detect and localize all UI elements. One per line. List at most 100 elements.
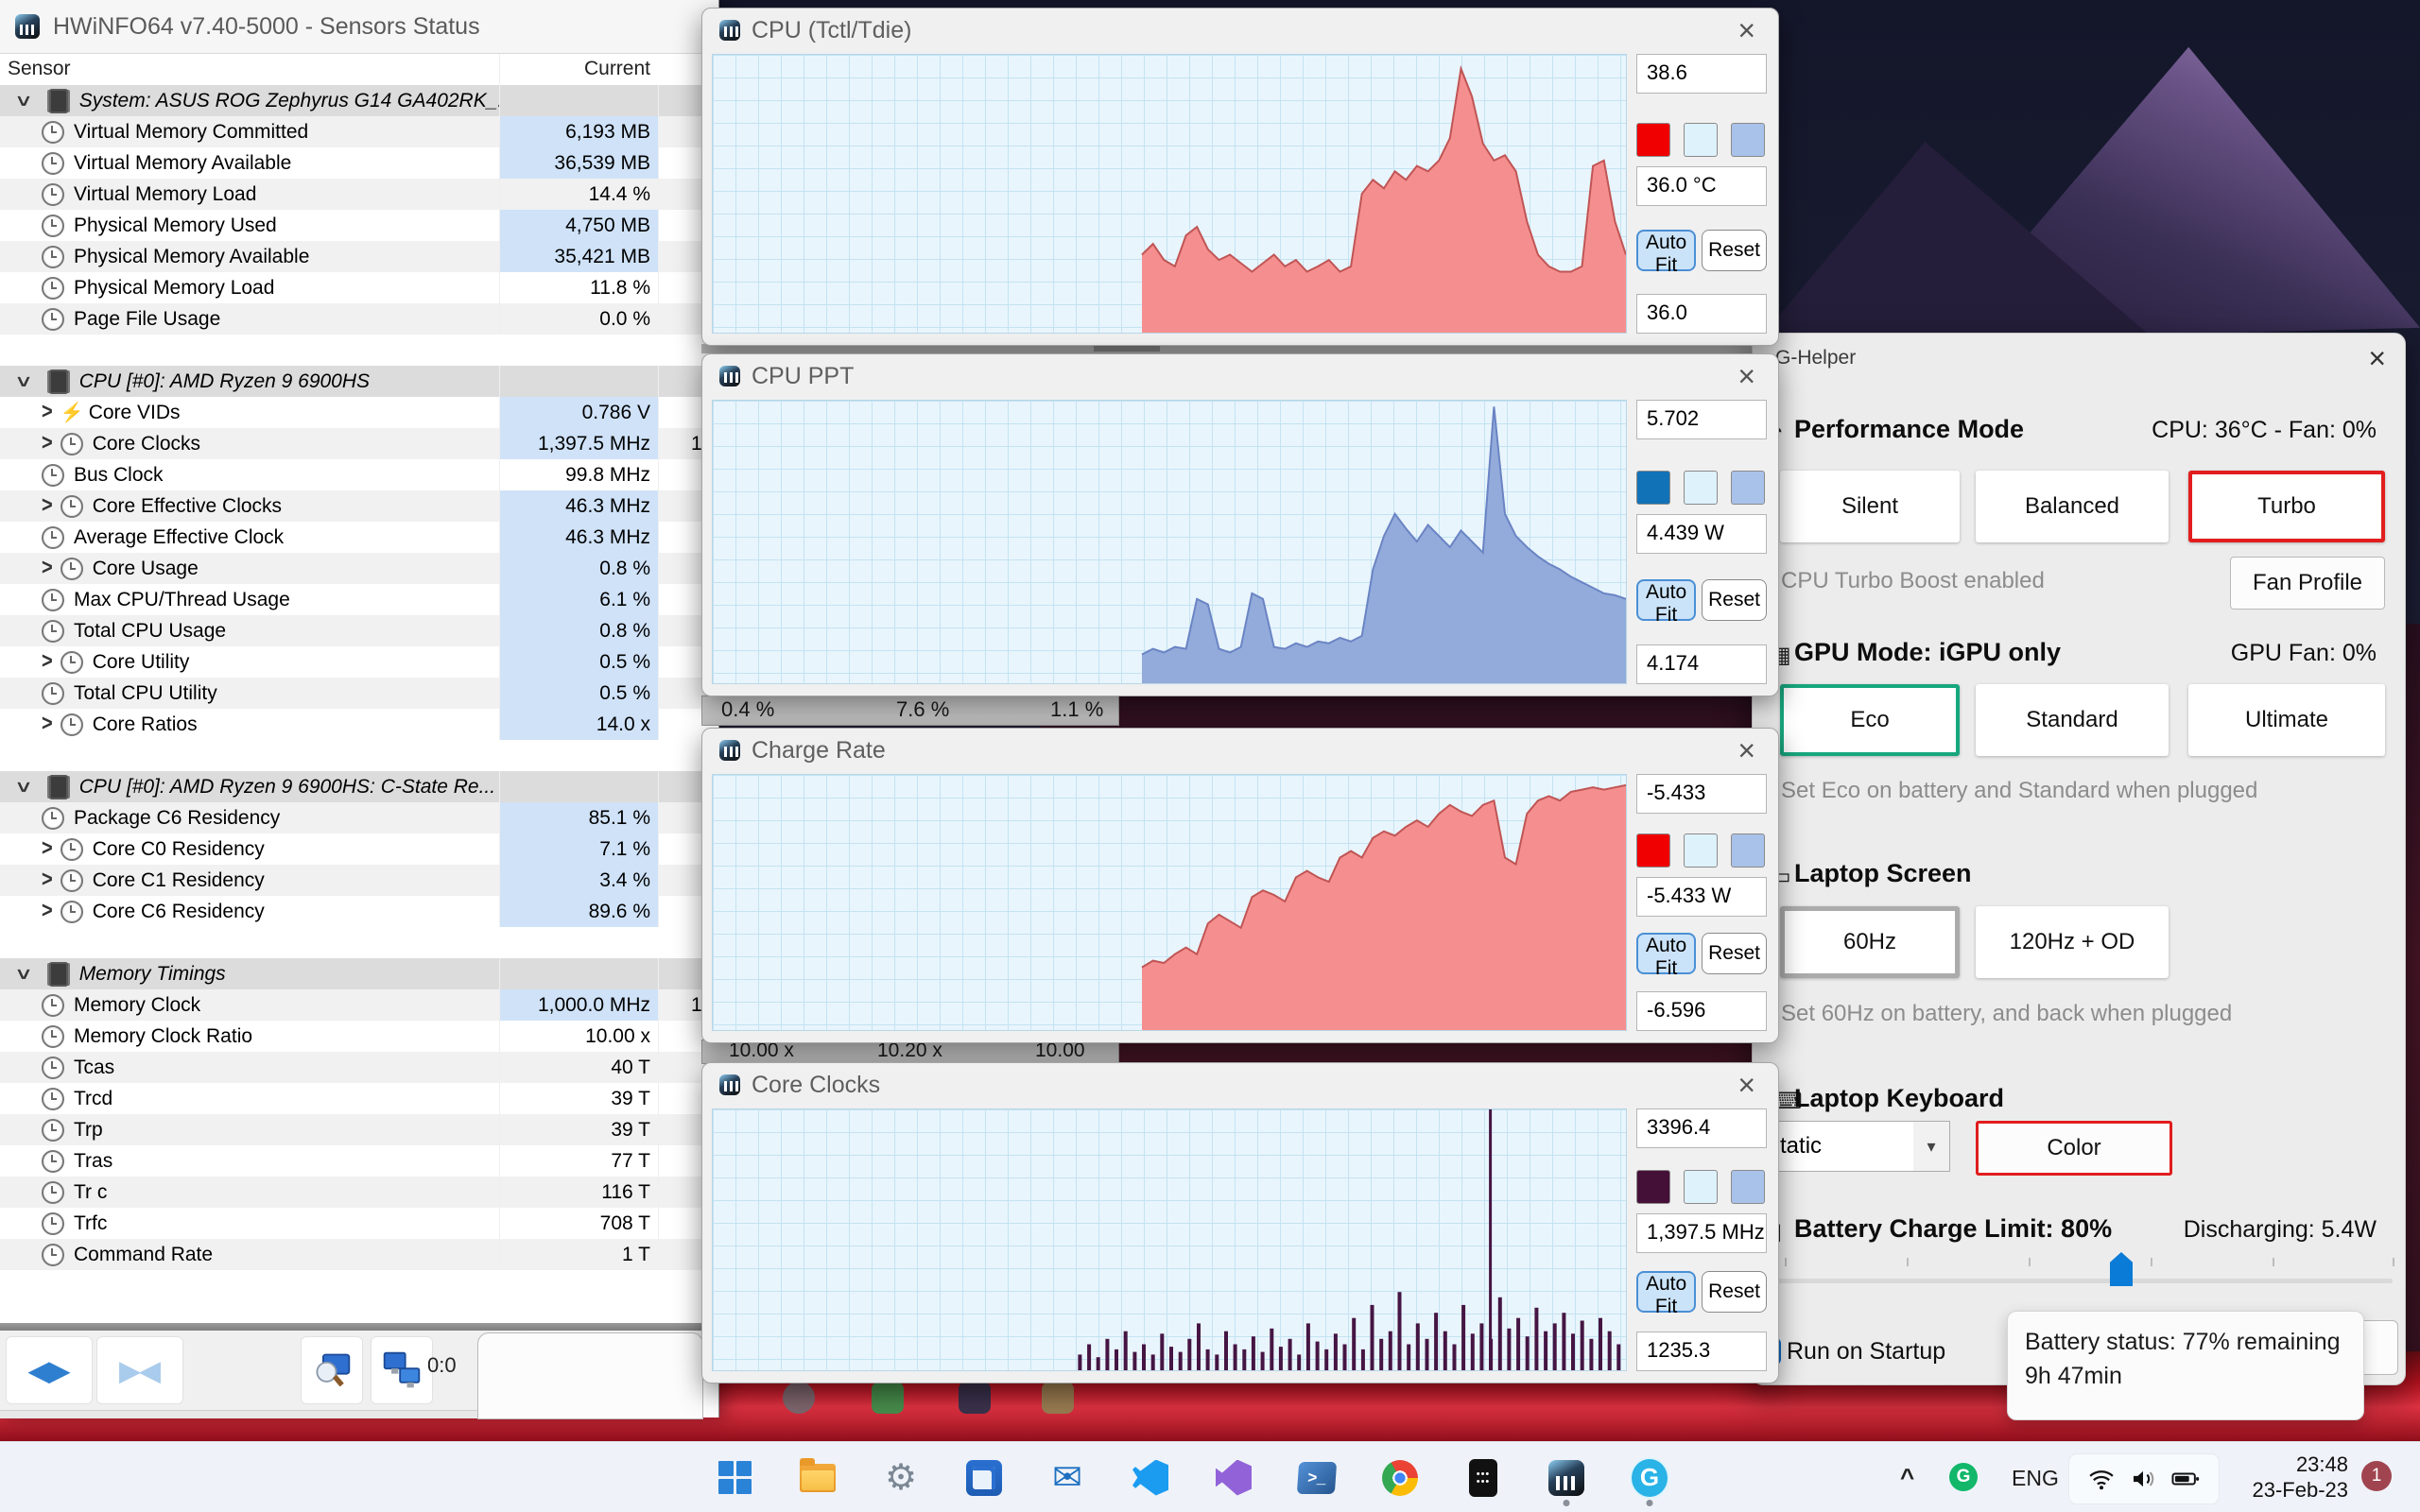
ultimate-button[interactable]: Ultimate <box>2188 684 2385 756</box>
sensor-row[interactable]: > Core Effective Clocks 46.3 MHz <box>0 490 718 522</box>
reset-button[interactable]: Reset <box>1702 1271 1767 1314</box>
background-color-swatch[interactable] <box>1684 470 1718 505</box>
taskbar-icon-chrome[interactable] <box>1380 1458 1420 1498</box>
close-icon[interactable]: × <box>1732 15 1761 45</box>
remote-monitors-icon[interactable] <box>371 1336 433 1404</box>
chevron-right-icon[interactable]: > <box>42 649 53 676</box>
close-icon[interactable]: × <box>1732 361 1761 391</box>
ghelper-tray-icon[interactable]: G <box>1949 1463 1978 1491</box>
sensor-row[interactable]: Memory Clock 1,000.0 MHz 1, <box>0 989 718 1021</box>
sensor-row[interactable]: Bus Clock 99.8 MHz <box>0 459 718 490</box>
auto-fit-button[interactable]: Auto Fit <box>1636 230 1697 276</box>
taskbar-icon-settings[interactable]: ⚙ <box>881 1458 921 1498</box>
collapse-columns-icon[interactable] <box>96 1336 183 1404</box>
hwinfo-titlebar[interactable]: HWiNFO64 v7.40-5000 - Sensors Status <box>0 0 718 54</box>
sensor-row[interactable]: Physical Memory Available 35,421 MB <box>0 241 718 272</box>
background-color-swatch[interactable] <box>1684 1170 1718 1205</box>
clock[interactable]: 23:48 23-Feb-23 <box>2244 1452 2348 1503</box>
fan-profile-button[interactable]: Fan Profile <box>2230 557 2385 610</box>
tray-status-area[interactable] <box>2068 1453 2220 1504</box>
chevron-right-icon[interactable]: > <box>42 899 53 925</box>
sensor-row[interactable]: Package C6 Residency 85.1 % <box>0 802 718 833</box>
close-icon[interactable]: × <box>1732 1070 1761 1100</box>
sensor-row[interactable]: Virtual Memory Available 36,539 MB <box>0 147 718 179</box>
sensor-row[interactable]: Command Rate 1 T <box>0 1239 718 1270</box>
graph-min-field[interactable]: -6.596 <box>1636 990 1767 1031</box>
battery-limit-slider-thumb[interactable] <box>2110 1252 2133 1286</box>
sensor-row[interactable]: Tcas 40 T <box>0 1052 718 1083</box>
taskbar-icon-vscode[interactable] <box>1131 1458 1170 1498</box>
sensor-row[interactable]: > Core Usage 0.8 % <box>0 553 718 584</box>
chevron-right-icon[interactable]: > <box>42 712 53 738</box>
sensor-section-row[interactable]: > System: ASUS ROG Zephyrus G14 GA402RK_.… <box>0 85 718 116</box>
battery-limit-slider-track[interactable] <box>1764 1279 2393 1283</box>
taskbar-icon-mail[interactable]: ✉ <box>1047 1458 1087 1498</box>
hidden-icons-chevron[interactable]: ^ <box>1900 1463 1914 1492</box>
close-icon[interactable]: × <box>2368 341 2386 376</box>
keyboard-color-button[interactable]: Color <box>1976 1121 2172 1176</box>
sensor-row[interactable]: > Core C0 Residency 7.1 % <box>0 833 718 865</box>
expand-columns-icon[interactable] <box>6 1336 93 1404</box>
grid-color-swatch[interactable] <box>1731 833 1765 868</box>
taskbar-icon-hwinfo[interactable] <box>1547 1458 1586 1498</box>
series-color-swatch[interactable] <box>1636 122 1670 157</box>
screen-zoom-icon[interactable] <box>301 1336 363 1404</box>
series-color-swatch[interactable] <box>1636 833 1670 868</box>
graph-current-field[interactable]: 36.0 °C <box>1636 165 1767 206</box>
sensor-row[interactable]: Total CPU Usage 0.8 % <box>0 615 718 646</box>
graph-window-titlebar[interactable]: CPU PPT × <box>702 354 1778 398</box>
60hz-button[interactable]: 60Hz <box>1780 906 1960 978</box>
auto-fit-button[interactable]: Auto Fit <box>1636 578 1697 626</box>
sensor-row[interactable]: > Core Clocks 1,397.5 MHz 1, <box>0 428 718 459</box>
background-color-swatch[interactable] <box>1684 833 1718 868</box>
graph-current-field[interactable]: -5.433 W <box>1636 876 1767 917</box>
language-indicator[interactable]: ENG <box>2012 1466 2059 1491</box>
sensor-row[interactable]: > ⚡ Core VIDs 0.786 V <box>0 397 718 428</box>
sensor-row[interactable]: Total CPU Utility 0.5 % <box>0 678 718 709</box>
column-header-sensor[interactable]: Sensor <box>0 54 499 86</box>
taskbar-icon-visual-studio[interactable] <box>1214 1458 1253 1498</box>
graph-window-titlebar[interactable]: Core Clocks × <box>702 1063 1778 1107</box>
graph-max-field[interactable]: 3396.4 <box>1636 1108 1767 1148</box>
sensor-row[interactable]: Memory Clock Ratio 10.00 x <box>0 1021 718 1052</box>
sensor-row[interactable]: Tras 77 T <box>0 1145 718 1177</box>
chevron-down-icon[interactable]: > <box>9 95 35 107</box>
sensor-row[interactable]: Physical Memory Load 11.8 % <box>0 272 718 303</box>
sensor-section-row[interactable]: > CPU [#0]: AMD Ryzen 9 6900HS <box>0 366 718 397</box>
notification-badge[interactable]: 1 <box>2361 1461 2392 1491</box>
sensor-row[interactable]: Trp 39 T <box>0 1114 718 1145</box>
graph-window-titlebar[interactable]: Charge Rate × <box>702 729 1778 772</box>
sensor-row[interactable]: Tr c 116 T <box>0 1177 718 1208</box>
auto-fit-button[interactable]: Auto Fit <box>1636 1271 1697 1317</box>
graph-current-field[interactable]: 1,397.5 MHz <box>1636 1213 1767 1254</box>
taskbar-icon-powershell[interactable]: >_ <box>1296 1458 1338 1498</box>
standard-button[interactable]: Standard <box>1976 684 2169 756</box>
taskbar-icon-start[interactable] <box>715 1458 754 1498</box>
chevron-right-icon[interactable]: > <box>42 493 53 520</box>
sensor-section-row[interactable]: > Memory Timings <box>0 958 718 989</box>
graph-current-field[interactable]: 4.439 W <box>1636 513 1767 554</box>
graph-min-field[interactable]: 4.174 <box>1636 644 1767 684</box>
chevron-down-icon[interactable]: > <box>9 376 35 387</box>
keyboard-mode-dropdown[interactable]: Static ▾ <box>1753 1121 1950 1172</box>
sensor-row[interactable]: Virtual Memory Load 14.4 % <box>0 179 718 210</box>
chevron-right-icon[interactable]: > <box>42 556 53 582</box>
reset-button[interactable]: Reset <box>1702 578 1767 621</box>
eco-button[interactable]: Eco <box>1780 684 1960 756</box>
taskbar-icon-control-panel[interactable] <box>964 1458 1004 1498</box>
series-color-swatch[interactable] <box>1636 470 1670 505</box>
background-color-swatch[interactable] <box>1684 122 1718 157</box>
sensor-section-row[interactable]: > CPU [#0]: AMD Ryzen 9 6900HS: C-State R… <box>0 771 718 802</box>
chevron-right-icon[interactable]: > <box>42 400 53 426</box>
sensor-row[interactable]: Trcd 39 T <box>0 1083 718 1114</box>
graph-max-field[interactable]: -5.433 <box>1636 774 1767 814</box>
ghelper-title[interactable]: G-Helper <box>1775 347 1856 369</box>
sensor-row[interactable]: > Core Utility 0.5 % <box>0 646 718 678</box>
taskbar-icon-explorer[interactable] <box>798 1457 838 1498</box>
close-icon[interactable]: × <box>1732 735 1761 765</box>
taskbar-icon-terminal[interactable]: ••• ••• <box>1463 1458 1503 1498</box>
chevron-right-icon[interactable]: > <box>42 868 53 894</box>
grid-color-swatch[interactable] <box>1731 470 1765 505</box>
graph-min-field[interactable]: 36.0 <box>1636 294 1767 334</box>
reset-button[interactable]: Reset <box>1702 230 1767 272</box>
